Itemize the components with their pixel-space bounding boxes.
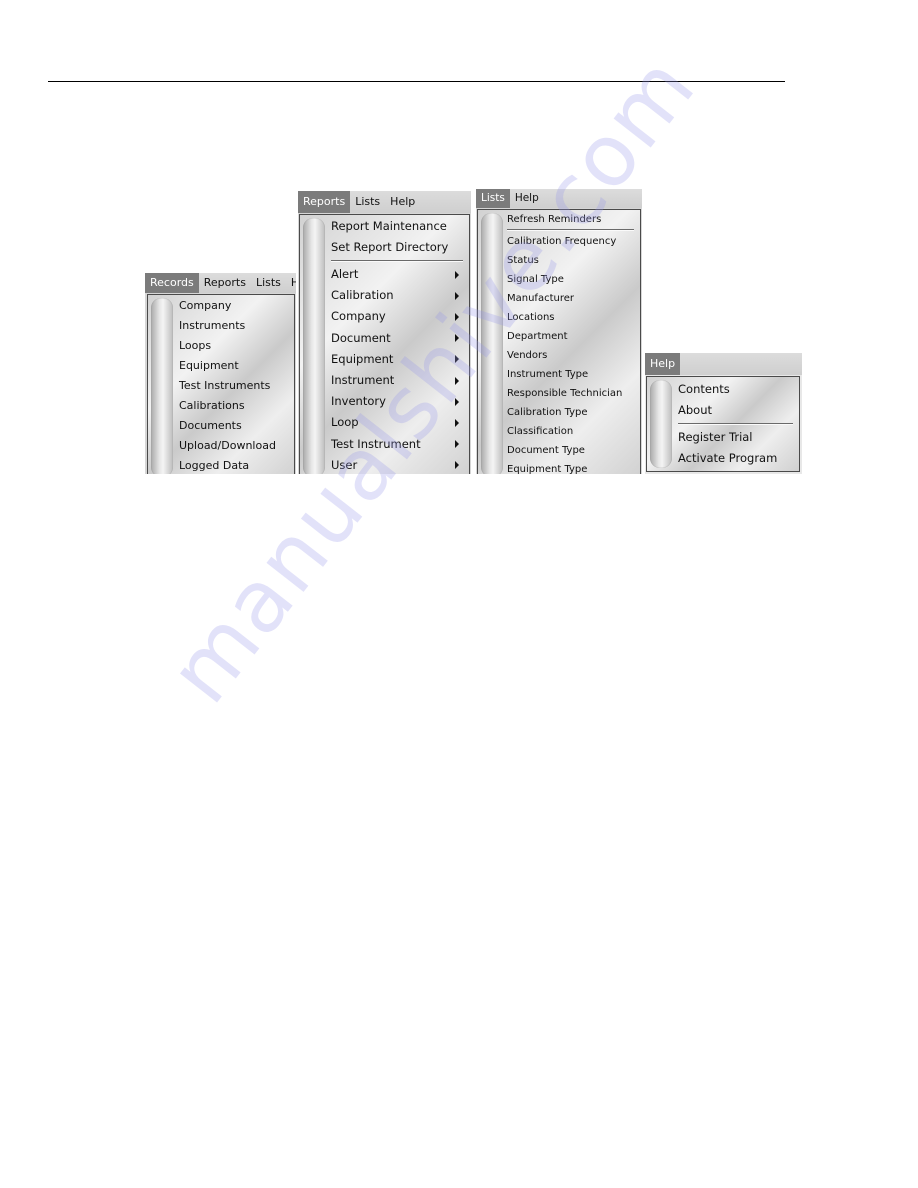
menu-item-instrument[interactable]: Instrument (331, 370, 463, 391)
menu-item-register-trial[interactable]: Register Trial (678, 427, 793, 448)
help-menu-screenshot: Help Contents About Register Trial Activ… (645, 353, 802, 474)
submenu-arrow-icon (455, 334, 459, 343)
menu-item-loops[interactable]: Loops (179, 336, 288, 356)
menu-item-status[interactable]: Status (507, 251, 634, 270)
menubar: Records Reports Lists He (145, 273, 296, 293)
menu-item-calibrations[interactable]: Calibrations (179, 396, 288, 416)
menu-item-refresh-reminders[interactable]: Refresh Reminders (507, 210, 634, 229)
menu-item-logged-data[interactable]: Logged Data (179, 456, 288, 474)
header-rule (48, 81, 785, 82)
lists-dropdown: Refresh Reminders Calibration Frequency … (477, 209, 641, 474)
menu-item-label: Calibration (331, 288, 394, 303)
reports-dropdown: Report Maintenance Set Report Directory … (299, 214, 470, 474)
records-menu-screenshot: Records Reports Lists He Company Instrum… (145, 273, 296, 474)
menu-item-label: Instrument (331, 372, 395, 387)
menu-item-label: Loop (331, 415, 359, 430)
menu-item-calibration-frequency[interactable]: Calibration Frequency (507, 232, 634, 251)
menu-item-vendors[interactable]: Vendors (507, 346, 634, 365)
menu-item-alert[interactable]: Alert (331, 264, 463, 285)
submenu-arrow-icon (455, 376, 459, 385)
submenu-arrow-icon (455, 312, 459, 321)
menu-reports[interactable]: Reports (199, 273, 251, 293)
submenu-arrow-icon (455, 461, 459, 470)
menu-records[interactable]: Records (145, 273, 199, 293)
menu-item-label: Alert (331, 267, 359, 281)
menu-item-test-instruments[interactable]: Test Instruments (179, 376, 288, 396)
menu-item-label: Document (331, 330, 391, 345)
submenu-arrow-icon (455, 355, 459, 364)
menu-item-upload-download[interactable]: Upload/Download (179, 436, 288, 456)
menu-item-equipment-type[interactable]: Equipment Type (507, 460, 634, 474)
menu-separator (331, 260, 463, 262)
menubar: Reports Lists Help (298, 191, 471, 213)
menu-item-instrument-type[interactable]: Instrument Type (507, 365, 634, 384)
menubar: Lists Help (476, 189, 642, 208)
menu-separator (678, 423, 793, 425)
menu-lists[interactable]: Lists (350, 191, 385, 213)
menu-item-activate-program[interactable]: Activate Program (678, 448, 793, 469)
submenu-arrow-icon (455, 291, 459, 300)
menu-item-calibration[interactable]: Calibration (331, 285, 463, 306)
menu-item-inventory[interactable]: Inventory (331, 391, 463, 412)
menu-item-test-instrument[interactable]: Test Instrument (331, 434, 463, 455)
menubar: Help (645, 353, 802, 375)
menu-item-locations[interactable]: Locations (507, 308, 634, 327)
menu-reports[interactable]: Reports (298, 191, 351, 213)
menu-help[interactable]: Help (385, 191, 420, 213)
submenu-arrow-icon (455, 270, 459, 279)
menu-item-signal-type[interactable]: Signal Type (507, 270, 634, 289)
menu-item-document[interactable]: Document (331, 328, 463, 349)
menu-gutter (151, 298, 173, 474)
menu-gutter (303, 218, 325, 474)
menu-item-responsible-technician[interactable]: Responsible Technician (507, 384, 634, 403)
lists-menu-screenshot: Lists Help Refresh Reminders Calibration… (476, 189, 642, 474)
menu-item-about[interactable]: About (678, 400, 793, 421)
reports-menu-screenshot: Reports Lists Help Report Maintenance Se… (298, 191, 471, 474)
menu-separator (507, 229, 634, 231)
menu-item-department[interactable]: Department (507, 327, 634, 346)
menu-help[interactable]: Help (510, 189, 544, 208)
menu-item-company[interactable]: Company (331, 306, 463, 327)
menu-item-contents[interactable]: Contents (678, 379, 793, 400)
menu-item-user[interactable]: User (331, 455, 463, 474)
menu-item-equipment[interactable]: Equipment (179, 356, 288, 376)
menu-lists[interactable]: Lists (476, 189, 510, 208)
menu-item-instruments[interactable]: Instruments (179, 316, 288, 336)
help-dropdown: Contents About Register Trial Activate P… (646, 376, 800, 472)
menu-item-label: Inventory (331, 394, 386, 409)
records-dropdown: Company Instruments Loops Equipment Test… (147, 294, 295, 474)
menu-item-calibration-type[interactable]: Calibration Type (507, 403, 634, 422)
menu-help[interactable]: He (286, 273, 296, 293)
menu-item-set-report-directory[interactable]: Set Report Directory (331, 237, 463, 258)
menu-gutter (481, 213, 503, 474)
menu-item-manufacturer[interactable]: Manufacturer (507, 289, 634, 308)
menu-gutter (650, 380, 672, 468)
submenu-arrow-icon (455, 397, 459, 406)
menu-item-equipment[interactable]: Equipment (331, 349, 463, 370)
menu-item-classification[interactable]: Classification (507, 422, 634, 441)
menu-help[interactable]: Help (645, 353, 681, 375)
menu-item-documents[interactable]: Documents (179, 416, 288, 436)
menu-item-loop[interactable]: Loop (331, 412, 463, 433)
submenu-arrow-icon (455, 440, 459, 449)
menu-item-company[interactable]: Company (179, 296, 288, 316)
submenu-arrow-icon (455, 418, 459, 427)
menu-item-label: Company (331, 309, 386, 324)
menu-lists[interactable]: Lists (251, 273, 286, 293)
menu-item-document-type[interactable]: Document Type (507, 441, 634, 460)
menu-item-report-maintenance[interactable]: Report Maintenance (331, 216, 463, 237)
menu-item-label: Test Instrument (331, 436, 421, 451)
menu-item-label: Equipment (331, 351, 394, 366)
menu-item-label: User (331, 457, 358, 472)
